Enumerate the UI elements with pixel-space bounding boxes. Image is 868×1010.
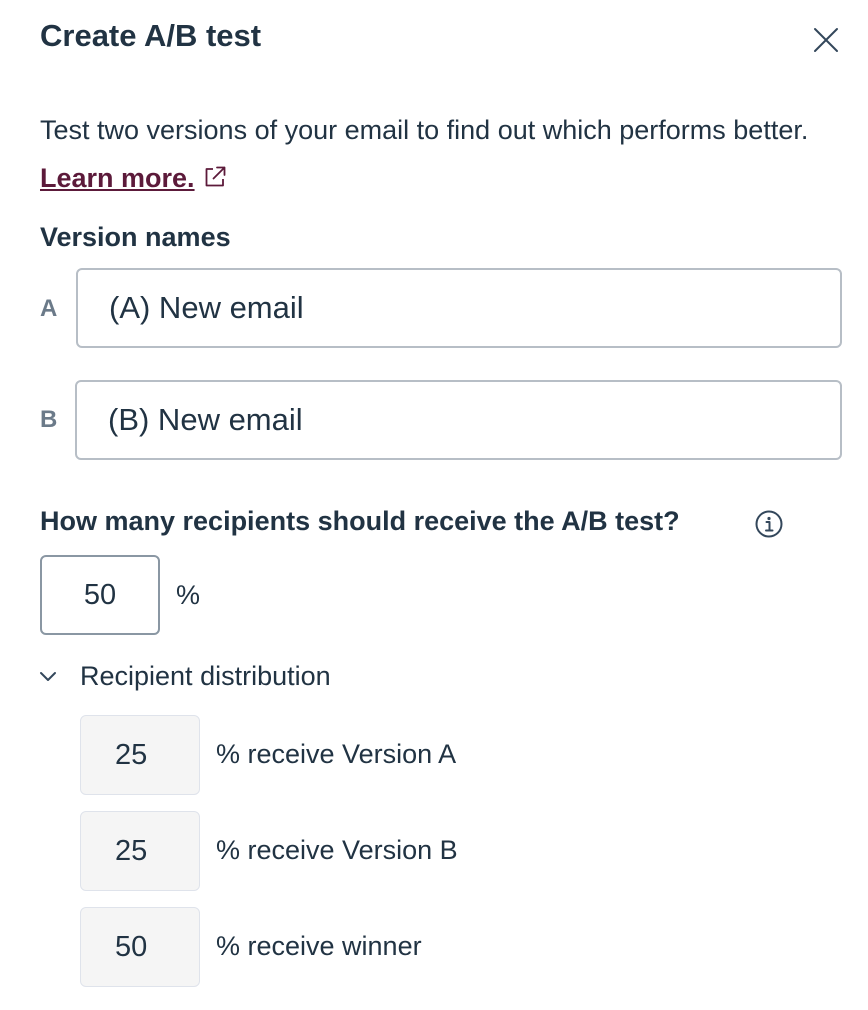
close-icon <box>814 28 838 52</box>
recipients-question: How many recipients should receive the A… <box>40 506 680 536</box>
learn-more-link[interactable]: Learn more. <box>40 163 195 193</box>
recipient-distribution-toggle[interactable]: Recipient distribution <box>38 656 331 696</box>
info-icon[interactable] <box>754 509 784 539</box>
chevron-down-icon <box>40 672 56 681</box>
percent-sign: % <box>176 580 201 610</box>
version-b-share-value: 25 <box>80 811 200 891</box>
dialog-title: Create A/B test <box>40 18 262 53</box>
version-b-name-input[interactable] <box>75 380 842 460</box>
recipient-distribution-label: Recipient distribution <box>80 660 331 691</box>
winner-share-value: 50 <box>80 907 200 987</box>
dialog-description: Test two versions of your email to find … <box>40 106 830 202</box>
version-names-label: Version names <box>40 222 231 252</box>
version-a-letter: A <box>40 295 58 322</box>
external-link-icon[interactable] <box>203 165 227 189</box>
close-button[interactable] <box>808 22 844 58</box>
recipients-percent-input[interactable] <box>40 555 160 635</box>
version-b-share-label: % receive Version B <box>216 835 458 865</box>
version-b-letter: B <box>40 406 58 433</box>
version-a-share-value: 25 <box>80 715 200 795</box>
description-text: Test two versions of your email to find … <box>40 115 809 145</box>
version-a-share-label: % receive Version A <box>216 739 457 769</box>
version-a-name-input[interactable] <box>76 268 842 348</box>
winner-share-label: % receive winner <box>216 931 422 961</box>
